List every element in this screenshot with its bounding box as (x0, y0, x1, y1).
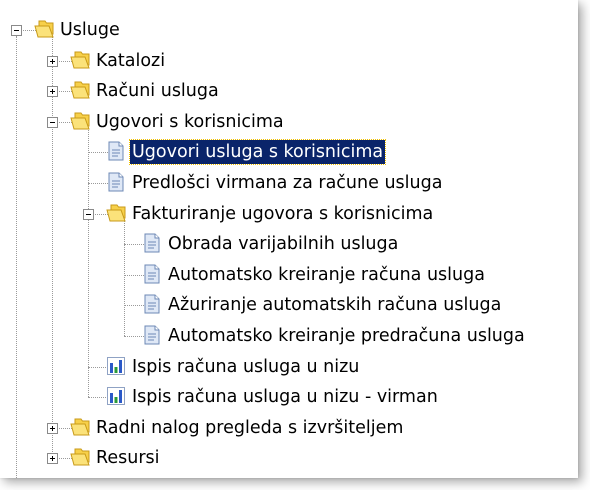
tree-connector-line (88, 127, 89, 398)
tree-item-usluge[interactable]: Usluge (58, 18, 122, 42)
tree-item-automatsko-kreiranje-racuna-usluga[interactable]: Automatsko kreiranje računa usluga (166, 263, 487, 287)
tree-item-racuni-usluga[interactable]: Računi usluga (94, 79, 221, 103)
document-icon (141, 263, 163, 285)
expand-node-icon[interactable] (47, 453, 58, 465)
tree-item-ugovori-s-korisnicima[interactable]: Ugovori s korisnicima (94, 110, 286, 134)
document-icon (105, 140, 127, 162)
folder-icon (33, 18, 55, 40)
tree-item-resursi[interactable]: Resursi (94, 446, 162, 470)
expand-node-icon[interactable] (47, 55, 58, 67)
tree-connector-line (124, 219, 125, 336)
tree-connector-line (16, 36, 17, 478)
tree-item-ispis-racuna-usluga-u-nizu[interactable]: Ispis računa usluga u nizu (130, 355, 361, 379)
tree-view[interactable]: Usluge Katalozi Računi usluga Ugovori s kor… (0, 0, 578, 478)
collapse-node-icon[interactable] (11, 25, 22, 36)
tree-item-obrada-varijabilnih-usluga[interactable]: Obrada varijabilnih usluga (166, 232, 400, 256)
expand-node-icon[interactable] (47, 422, 58, 434)
tree-panel: Usluge Katalozi Računi usluga Ugovori s kor… (0, 0, 578, 478)
folder-icon (69, 79, 91, 101)
folder-icon (69, 49, 91, 71)
collapse-node-icon[interactable] (47, 116, 58, 128)
report-icon (105, 385, 127, 407)
tree-item-radni-nalog-pregleda-s-izvrsiteljem[interactable]: Radni nalog pregleda s izvršiteljem (94, 416, 405, 440)
tree-item-ispis-racuna-usluga-u-nizu-virman[interactable]: Ispis računa usluga u nizu - virman (130, 385, 440, 409)
folder-icon (105, 202, 127, 224)
tree-item-katalozi[interactable]: Katalozi (94, 49, 167, 73)
document-icon (141, 232, 163, 254)
tree-item-azuriranje-automatskih-racuna-usluga[interactable]: Ažuriranje automatskih računa usluga (166, 293, 503, 317)
tree-connector-line (52, 36, 53, 459)
tree-item-predlosci-virmana-za-racune-usluga[interactable]: Predlošci virmana za račune usluga (130, 171, 444, 195)
document-icon (141, 293, 163, 315)
collapse-node-icon[interactable] (83, 208, 94, 220)
tree-item-fakturiranje-ugovora-s-korisnicima[interactable]: Fakturiranje ugovora s korisnicima (130, 202, 435, 226)
folder-icon (69, 446, 91, 468)
report-icon (105, 355, 127, 377)
folder-icon (69, 110, 91, 132)
document-icon (141, 324, 163, 346)
expand-node-icon[interactable] (47, 86, 58, 98)
folder-icon (69, 416, 91, 438)
tree-item-ugovori-usluga-s-korisnicima[interactable]: Ugovori usluga s korisnicima (128, 139, 387, 166)
document-icon (105, 171, 127, 193)
tree-item-automatsko-kreiranje-predracuna-usluga[interactable]: Automatsko kreiranje predračuna usluga (166, 324, 527, 348)
